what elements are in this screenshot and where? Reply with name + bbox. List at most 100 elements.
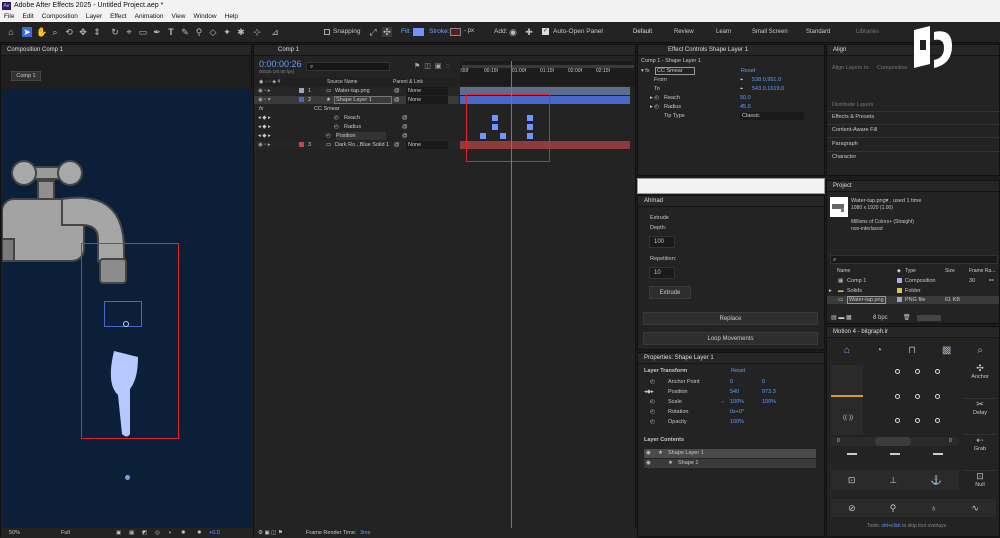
anchor-icon[interactable]: ⚓	[931, 470, 942, 490]
prop-value[interactable]: 973.3	[762, 388, 776, 396]
stopwatch-icon[interactable]: ◴	[650, 408, 655, 416]
parent-dropdown[interactable]: None	[406, 96, 448, 104]
time-ruler[interactable]: :00f 00:15f 01:00f 01:15f 02:00f 02:15f	[460, 61, 635, 86]
menu-animation[interactable]: Animation	[135, 12, 164, 22]
ease-tab-icon[interactable]: ◔	[876, 341, 882, 361]
label-color[interactable]	[299, 97, 304, 102]
bell-icon[interactable]: ♁	[930, 499, 937, 517]
effect-row[interactable]: CC Smear	[314, 105, 340, 113]
brush-tool-icon[interactable]: ✎	[180, 27, 190, 37]
trash-icon[interactable]: 🗑	[903, 313, 911, 323]
transform-reset[interactable]: Reset	[731, 367, 745, 375]
anchor-dot[interactable]	[895, 369, 900, 374]
bpc-label[interactable]: 8 bpc	[873, 313, 888, 323]
anchor-grid[interactable]	[895, 369, 955, 429]
ec-effect-name[interactable]: CC Smear	[655, 67, 695, 75]
workspace-small-screen[interactable]: Small Screen	[752, 29, 788, 35]
project-tab[interactable]: Project	[827, 181, 999, 192]
delay-tool[interactable]: ✂ Delay	[963, 399, 997, 435]
anchor-dot[interactable]	[895, 418, 900, 424]
parent-dropdown[interactable]: None	[406, 141, 448, 149]
expand-icon[interactable]: ▸	[829, 287, 832, 295]
stopwatch-icon[interactable]: ◴	[334, 123, 339, 131]
crop-icon[interactable]: ⊡	[848, 470, 856, 490]
anchor-dot[interactable]	[915, 393, 920, 399]
pickwhip-icon[interactable]: @	[402, 123, 408, 131]
prop-opacity[interactable]: ◴ Opacity 100%	[650, 418, 810, 426]
ec-value[interactable]: 50.0	[740, 94, 751, 102]
puppet-pin-icon[interactable]: ✚	[524, 27, 534, 37]
menu-composition[interactable]: Composition	[42, 12, 78, 22]
home-tab-icon[interactable]: ⌂	[844, 341, 850, 361]
ec-value[interactable]: 45.0	[740, 103, 751, 111]
anchor-dot[interactable]	[935, 418, 940, 424]
content-aware-fill-panel[interactable]: Content-Aware Fill	[832, 126, 877, 134]
label-color[interactable]	[299, 142, 304, 147]
snapping-checkbox[interactable]	[324, 29, 330, 35]
clone-tool-icon[interactable]: ⚲	[194, 27, 204, 37]
camera-tool-icon[interactable]: ⌖	[124, 27, 134, 37]
prop-value[interactable]: 540	[730, 388, 739, 396]
stopwatch-icon[interactable]: ◴	[650, 378, 655, 386]
prop-value[interactable]: 100%	[730, 418, 744, 426]
type-tool-icon[interactable]: T	[166, 27, 176, 37]
pan-tool-icon[interactable]: ✥	[78, 27, 88, 37]
puppet-tool-icon[interactable]: ✱	[236, 27, 246, 37]
rotate-tool-icon[interactable]: ↻	[110, 27, 120, 37]
project-row-comp[interactable]: ▦ Comp 1 Composition 30 ⚯	[827, 277, 999, 285]
prop-value[interactable]: 100%	[762, 398, 776, 406]
zoom-tool-icon[interactable]: ⌕	[50, 27, 60, 37]
menu-help[interactable]: Help	[225, 12, 238, 22]
project-footer-icons[interactable]: ▤ ▬ ▦	[831, 313, 852, 323]
constrain-icon[interactable]: ⇔	[720, 398, 726, 406]
network-icon[interactable]: ⚯	[989, 277, 994, 285]
keyframe-nav-icon[interactable]: ◂ ◆ ▸	[258, 123, 271, 131]
pickwhip-icon[interactable]: @	[394, 96, 400, 104]
stopwatch-icon[interactable]: ◴	[650, 418, 655, 426]
ec-value[interactable]: 543.0,1619.0	[752, 85, 784, 93]
anchor-dot[interactable]	[895, 393, 900, 399]
layer-search-input[interactable]: ⌕	[306, 62, 390, 71]
crosshair-icon[interactable]: ⌖	[740, 85, 743, 93]
repetition-input[interactable]: 10	[649, 267, 675, 279]
stopwatch-icon[interactable]: ◴	[650, 398, 655, 406]
ahmad-tab[interactable]: Ahmad	[638, 196, 824, 207]
stroke-swatch[interactable]	[450, 28, 461, 36]
extrude-button[interactable]: Extrude	[649, 286, 691, 299]
local-axis-icon[interactable]: ⊿	[270, 27, 280, 37]
menu-layer[interactable]: Layer	[86, 12, 102, 22]
prop-scale[interactable]: ◴ Scale ⇔ 100% 100%	[650, 398, 810, 406]
menu-file[interactable]: File	[4, 12, 14, 22]
snap-target-icon[interactable]: ✣	[382, 27, 392, 37]
comp-chip[interactable]: Comp 1	[11, 71, 41, 81]
parent-dropdown[interactable]: None	[406, 87, 448, 95]
pickwhip-icon[interactable]: @	[394, 141, 400, 149]
content-item[interactable]: ◉ ★ Shape Layer 1	[644, 449, 816, 458]
prop-position[interactable]: ◂◆▸ Position 540 973.3	[644, 388, 810, 396]
layer-name[interactable]: Dark Ro...Blue Solid 1	[335, 141, 389, 149]
ease-slider[interactable]: ((·))	[831, 365, 863, 435]
ec-row-tiptype[interactable]: Tip Type Classic	[650, 112, 820, 120]
orbit-tool-icon[interactable]: ⟲	[64, 27, 74, 37]
character-panel[interactable]: Character	[832, 153, 856, 161]
prop-value[interactable]: 0x+0°	[730, 408, 744, 416]
ec-row-to[interactable]: To ⌖ 543.0,1619.0	[650, 85, 820, 93]
pin-icon[interactable]: ⚲	[890, 499, 897, 517]
effects-presets-panel[interactable]: Effects & Presets	[832, 113, 874, 121]
roto-tool-icon[interactable]: ✦	[222, 27, 232, 37]
workspace-review[interactable]: Review	[674, 29, 694, 35]
visibility-icon[interactable]: ◉ ▫ ▸	[258, 141, 271, 149]
prop-value[interactable]: 0	[730, 378, 733, 386]
workspace-default[interactable]: Default	[633, 29, 652, 35]
prop-value[interactable]: 0	[762, 378, 765, 386]
curve-icon[interactable]: ∿	[971, 499, 979, 517]
keyframe-nav-icon[interactable]: ◂◆▸	[644, 388, 654, 396]
timeline-tab[interactable]: Comp 1	[254, 45, 635, 56]
ec-row-radius[interactable]: ▸ ◴ Radius 45.0	[650, 103, 820, 111]
motion-bars[interactable]	[831, 450, 959, 458]
anchor-point-icon[interactable]	[123, 321, 129, 327]
anchor-dot[interactable]	[935, 393, 940, 399]
grid-tab-icon[interactable]: ▩	[942, 341, 951, 361]
snap-mode-icon[interactable]: ⤢	[368, 27, 378, 37]
layer-row-3[interactable]: ◉ ▫ ▸ 3 ▭ Dark Ro...Blue Solid 1 @ None	[254, 141, 459, 149]
